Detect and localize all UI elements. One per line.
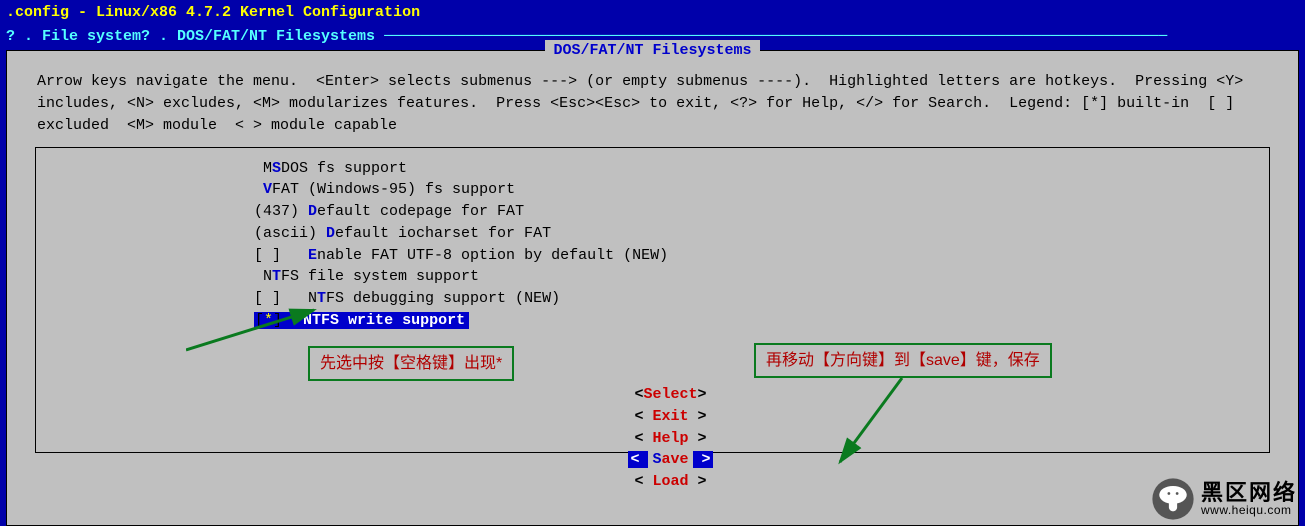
menu-item[interactable]: (ascii) Default iocharset for FAT [254,223,1261,245]
menu-item[interactable]: VFAT (Windows-95) fs support [254,179,1261,201]
menu-item[interactable]: NTFS file system support [254,266,1261,288]
main-panel: DOS/FAT/NT Filesystems Arrow keys naviga… [6,50,1299,526]
annotation-left: 先选中按【空格键】出现* [308,346,514,381]
help-text: Arrow keys navigate the menu. <Enter> se… [35,61,1270,142]
load-button[interactable]: < Load > [634,471,706,493]
menu-item[interactable]: (437) Default codepage for FAT [254,201,1261,223]
header-config-line: .config - Linux/x86 4.7.2 Kernel Configu… [0,0,1305,26]
select-button[interactable]: <Select> [634,384,706,406]
menu-item[interactable]: MSDOS fs support [254,158,1261,180]
panel-title: DOS/FAT/NT Filesystems [545,40,759,62]
menu-item[interactable]: [ ] NTFS debugging support (NEW) [254,288,1261,310]
annotation-right: 再移动【方向键】到【save】键，保存 [754,343,1052,378]
menu-item[interactable]: [ ] Enable FAT UTF-8 option by default (… [254,245,1261,267]
watermark: 黑区网络 www.heiqu.com [1151,477,1297,521]
help-button[interactable]: < Help > [634,428,706,450]
exit-button[interactable]: < Exit > [634,406,706,428]
arrow-left [186,304,326,352]
arrow-right [832,376,912,466]
mushroom-icon [1151,477,1195,521]
save-button[interactable]: < Save > [628,449,712,471]
button-row: <Select> < Exit > < Help > < Save > < Lo… [7,362,1298,514]
